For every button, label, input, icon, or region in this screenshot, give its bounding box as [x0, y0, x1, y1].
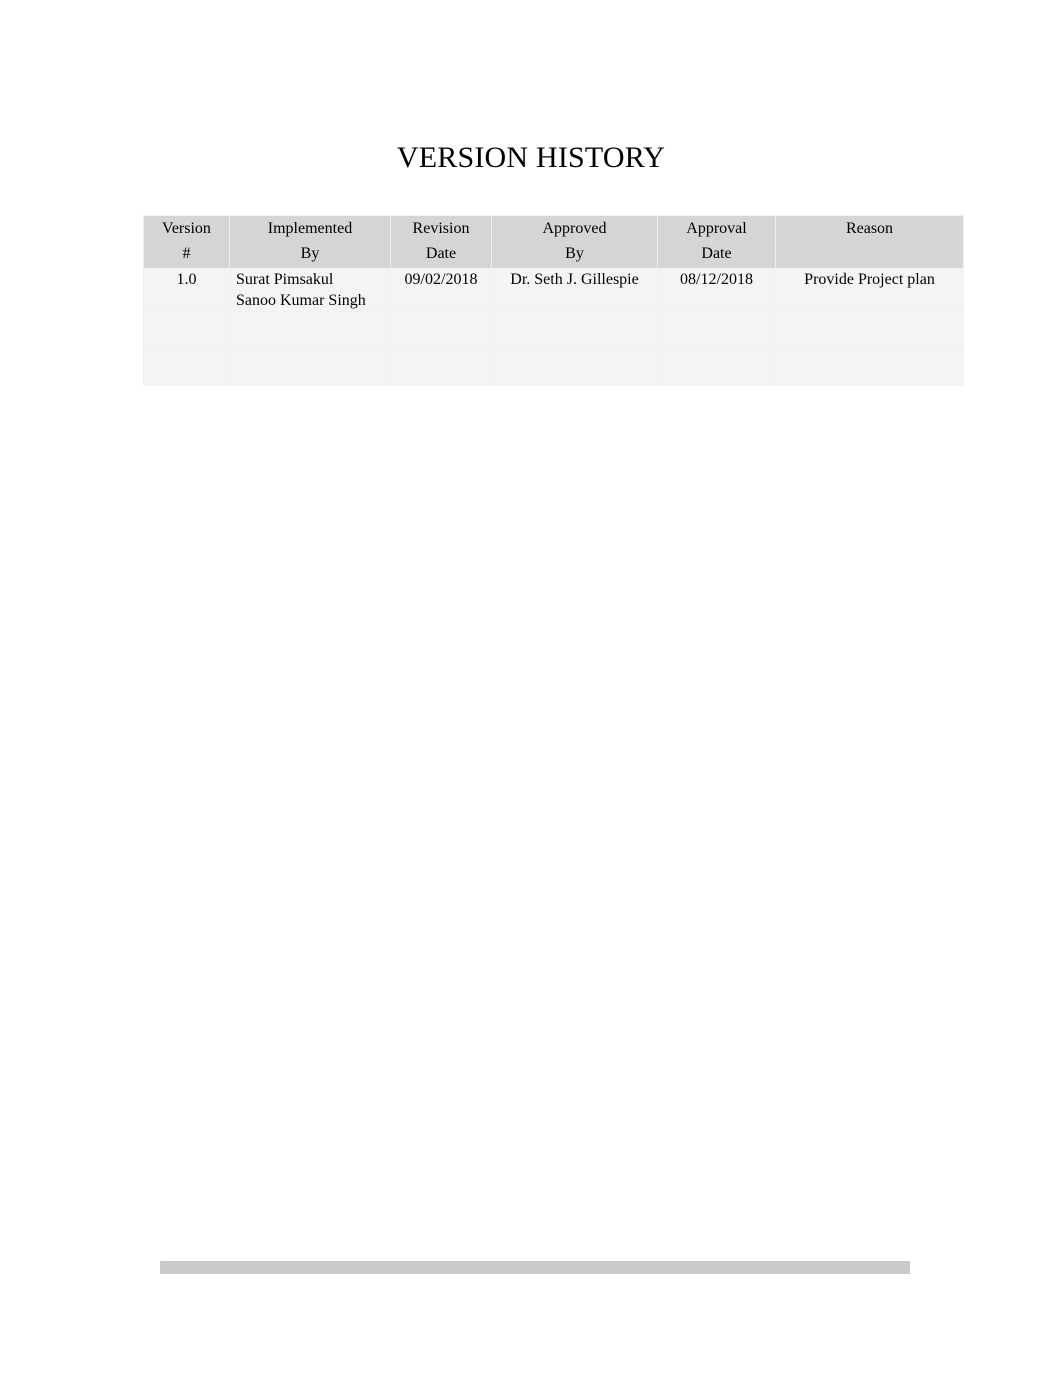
column-header-implemented-by: Implemented By: [229, 215, 391, 269]
column-header-revision-date-line2: Date: [425, 245, 457, 262]
document-page: VERSION HISTORY Version # Implemented By…: [0, 0, 1062, 1376]
table-row: [143, 311, 964, 349]
column-header-approved-by-line2: By: [565, 245, 584, 262]
cell-approved-by: Dr. Seth J. Gillespie: [491, 268, 658, 312]
column-header-version: Version #: [143, 215, 230, 269]
cell-implemented-by: [229, 311, 391, 349]
column-header-approval-date-line2: Date: [701, 245, 732, 262]
column-header-reason: Reason: [775, 215, 964, 269]
cell-implemented-by: Surat Pimsakul Sanoo Kumar Singh: [229, 268, 391, 312]
cell-revision-date: [390, 311, 492, 349]
cell-implemented-by: [229, 348, 391, 386]
column-header-revision-date-line1: Revision: [412, 220, 470, 237]
column-header-revision-date: Revision Date: [390, 215, 492, 269]
cell-approval-date: [657, 348, 776, 386]
column-header-version-line2: #: [182, 245, 191, 262]
column-header-version-line1: Version: [162, 220, 211, 237]
version-history-table: Version # Implemented By Revision Date A…: [143, 215, 964, 386]
table-row: [143, 348, 964, 386]
column-header-approval-date-line1: Approval: [686, 220, 747, 237]
column-header-approved-by: Approved By: [491, 215, 658, 269]
table-body: 1.0 Surat Pimsakul Sanoo Kumar Singh 09/…: [143, 268, 964, 386]
cell-approval-date: 08/12/2018: [657, 268, 776, 312]
cell-reason: Provide Project plan: [775, 268, 964, 312]
column-header-reason-line1: Reason: [845, 220, 894, 237]
cell-implemented-by-line1: Surat Pimsakul: [236, 271, 334, 288]
cell-revision-date: 09/02/2018: [390, 268, 492, 312]
footer-divider-bar: [160, 1261, 910, 1274]
cell-approved-by: [491, 348, 658, 386]
cell-approval-date: [657, 311, 776, 349]
column-header-approval-date: Approval Date: [657, 215, 776, 269]
column-header-implemented-by-line1: Implemented: [267, 220, 353, 237]
column-header-implemented-by-line2: By: [300, 245, 320, 262]
cell-version: [143, 311, 230, 349]
table-header-row: Version # Implemented By Revision Date A…: [143, 215, 964, 269]
cell-reason: [775, 348, 964, 386]
cell-version: 1.0: [143, 268, 230, 312]
cell-approved-by: [491, 311, 658, 349]
cell-version: [143, 348, 230, 386]
table-row: 1.0 Surat Pimsakul Sanoo Kumar Singh 09/…: [143, 268, 964, 312]
cell-implemented-by-line2: Sanoo Kumar Singh: [236, 292, 366, 309]
version-history-table-container: Version # Implemented By Revision Date A…: [143, 215, 964, 386]
page-title: VERSION HISTORY: [396, 141, 666, 174]
cell-reason: [775, 311, 964, 349]
table-header: Version # Implemented By Revision Date A…: [143, 215, 964, 269]
column-header-approved-by-line1: Approved: [542, 220, 607, 237]
cell-revision-date: [390, 348, 492, 386]
